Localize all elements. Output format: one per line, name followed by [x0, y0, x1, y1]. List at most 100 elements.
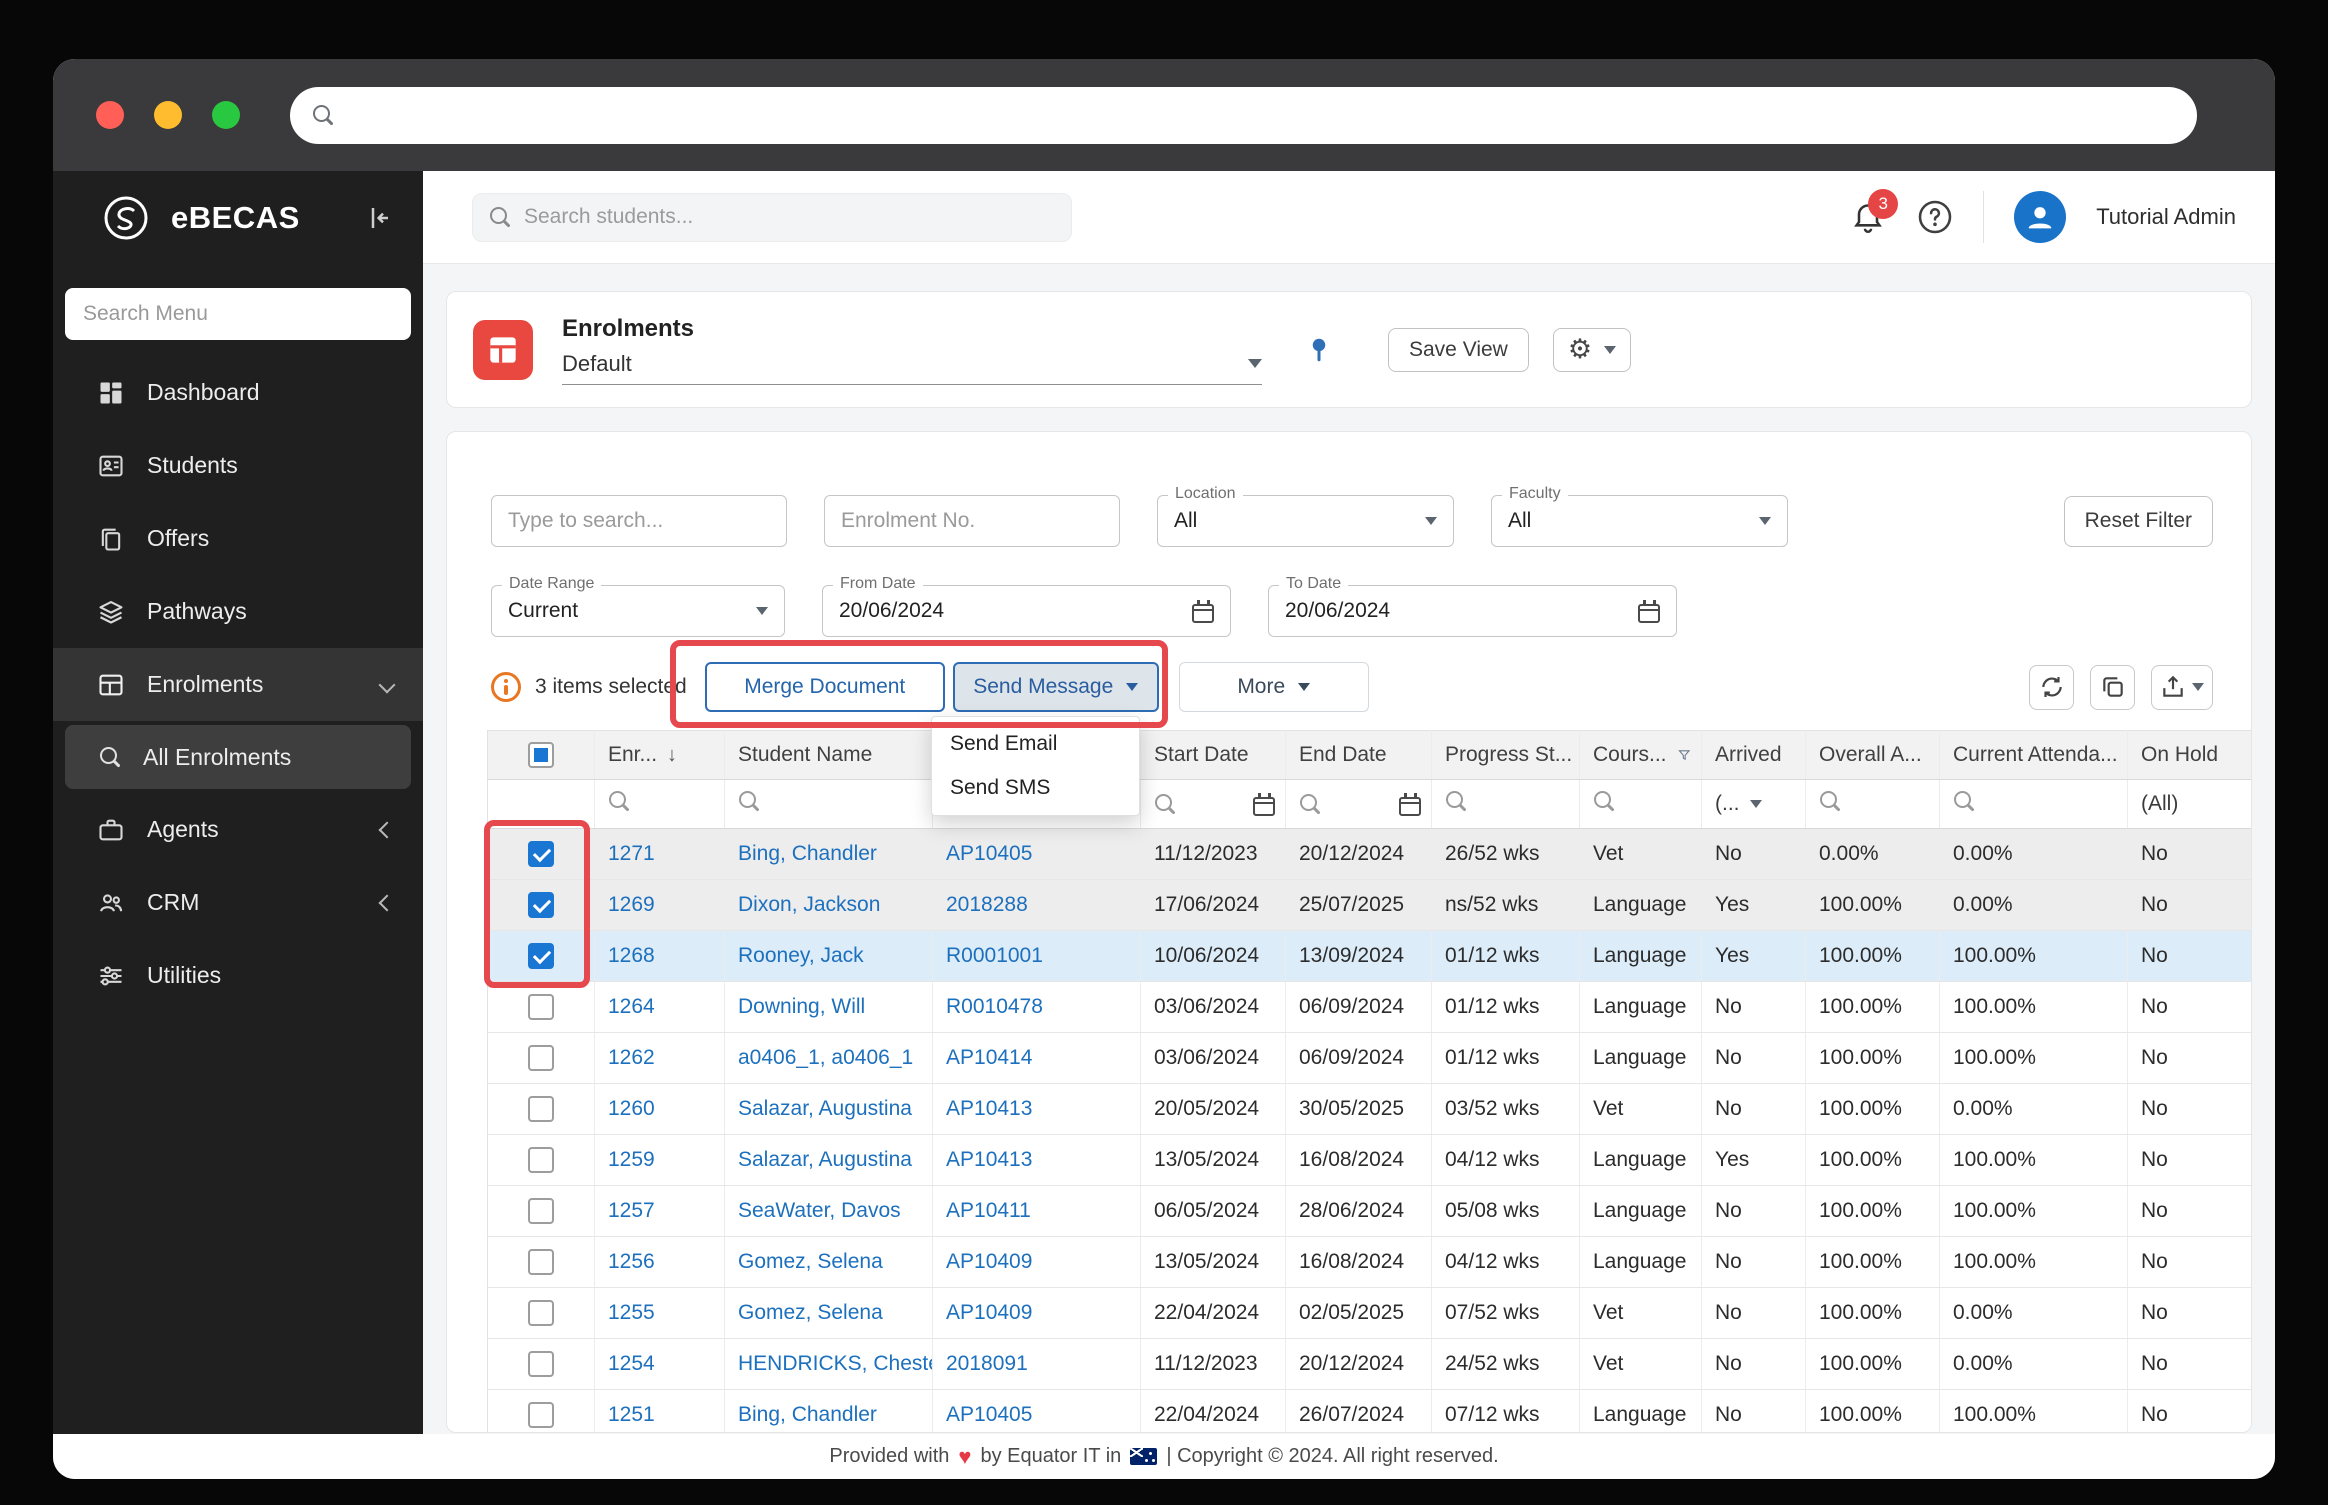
- offer-number-link[interactable]: 2018091: [946, 1352, 1028, 1375]
- student-name-link[interactable]: Gomez, Selena: [738, 1301, 883, 1324]
- student-name-link[interactable]: Salazar, Augustina: [738, 1148, 912, 1171]
- enrolment-link[interactable]: 1259: [608, 1148, 655, 1171]
- save-view-button[interactable]: Save View: [1388, 328, 1529, 372]
- offer-number-link[interactable]: R0010478: [946, 995, 1043, 1018]
- table-row[interactable]: 1257 SeaWater, Davos AP10411 06/05/2024 …: [488, 1186, 2253, 1237]
- enrolment-link[interactable]: 1268: [608, 944, 655, 967]
- send-message-button[interactable]: Send Message: [953, 662, 1159, 712]
- offer-number-link[interactable]: AP10409: [946, 1250, 1032, 1273]
- row-checkbox[interactable]: [528, 1198, 554, 1224]
- sidebar-item-crm[interactable]: CRM: [53, 866, 423, 939]
- enrolment-link[interactable]: 1255: [608, 1301, 655, 1324]
- offer-number-link[interactable]: AP10405: [946, 1403, 1032, 1426]
- filter-enrolment[interactable]: [595, 780, 725, 829]
- copy-button[interactable]: [2090, 665, 2135, 710]
- export-button[interactable]: [2151, 665, 2213, 710]
- filter-current-attendance[interactable]: [1940, 780, 2128, 829]
- table-row[interactable]: 1260 Salazar, Augustina AP10413 20/05/20…: [488, 1084, 2253, 1135]
- select-all-header[interactable]: [488, 731, 595, 780]
- col-header-arrived[interactable]: Arrived: [1702, 731, 1806, 780]
- offer-number-link[interactable]: AP10414: [946, 1046, 1032, 1069]
- col-header-overall[interactable]: Overall A...: [1806, 731, 1940, 780]
- offer-number-link[interactable]: R0001001: [946, 944, 1043, 967]
- table-row[interactable]: 1268 Rooney, Jack R0001001 10/06/2024 13…: [488, 931, 2253, 982]
- table-row[interactable]: 1256 Gomez, Selena AP10409 13/05/2024 16…: [488, 1237, 2253, 1288]
- reset-filter-button[interactable]: Reset Filter: [2064, 496, 2213, 547]
- user-name[interactable]: Tutorial Admin: [2096, 204, 2236, 230]
- collapse-sidebar-button[interactable]: [363, 203, 393, 233]
- close-window-button[interactable]: [96, 101, 124, 129]
- table-row[interactable]: 1255 Gomez, Selena AP10409 22/04/2024 02…: [488, 1288, 2253, 1339]
- enrolment-link[interactable]: 1251: [608, 1403, 655, 1426]
- enrolment-link[interactable]: 1269: [608, 893, 655, 916]
- to-date-input[interactable]: To Date 20/06/2024: [1268, 585, 1677, 637]
- col-header-student-name[interactable]: Student Name: [725, 731, 933, 780]
- col-header-enrolment[interactable]: Enr...↓: [595, 731, 725, 780]
- notifications-button[interactable]: 3: [1849, 198, 1887, 236]
- enrolment-link[interactable]: 1262: [608, 1046, 655, 1069]
- filter-on-hold[interactable]: (All): [2128, 780, 2253, 829]
- sidebar-item-agents[interactable]: Agents: [53, 793, 423, 866]
- table-row[interactable]: 1262 a0406_1, a0406_1 AP10414 03/06/2024…: [488, 1033, 2253, 1084]
- table-row[interactable]: 1254 HENDRICKS, Chester 2018091 11/12/20…: [488, 1339, 2253, 1390]
- filter-course[interactable]: [1580, 780, 1702, 829]
- menu-item-send-email[interactable]: Send Email: [932, 722, 1139, 766]
- offer-number-link[interactable]: AP10413: [946, 1148, 1032, 1171]
- row-checkbox[interactable]: [528, 1249, 554, 1275]
- quick-search-input[interactable]: [491, 495, 787, 547]
- enrolment-link[interactable]: 1271: [608, 842, 655, 865]
- student-name-link[interactable]: Rooney, Jack: [738, 944, 864, 967]
- enrolment-link[interactable]: 1254: [608, 1352, 655, 1375]
- select-all-checkbox[interactable]: [528, 742, 554, 768]
- enrolment-link[interactable]: 1256: [608, 1250, 655, 1273]
- enrolment-link[interactable]: 1260: [608, 1097, 655, 1120]
- row-checkbox[interactable]: [528, 994, 554, 1020]
- sidebar-item-all-enrolments[interactable]: All Enrolments: [65, 725, 411, 789]
- view-settings-button[interactable]: ⚙: [1553, 328, 1631, 372]
- offer-number-link[interactable]: AP10405: [946, 842, 1032, 865]
- table-row[interactable]: 1269 Dixon, Jackson 2018288 17/06/2024 2…: [488, 880, 2253, 931]
- row-checkbox[interactable]: [528, 943, 554, 969]
- date-range-select[interactable]: Date Range Current: [491, 585, 785, 637]
- avatar[interactable]: [2014, 191, 2066, 243]
- student-name-link[interactable]: a0406_1, a0406_1: [738, 1046, 913, 1069]
- row-checkbox[interactable]: [528, 1402, 554, 1428]
- student-name-link[interactable]: SeaWater, Davos: [738, 1199, 901, 1222]
- student-name-link[interactable]: Dixon, Jackson: [738, 893, 880, 916]
- zoom-window-button[interactable]: [212, 101, 240, 129]
- offer-number-link[interactable]: AP10411: [946, 1199, 1031, 1222]
- view-select[interactable]: Default: [562, 351, 1262, 385]
- student-name-link[interactable]: Bing, Chandler: [738, 1403, 877, 1426]
- sidebar-search-input[interactable]: [65, 288, 411, 340]
- student-name-link[interactable]: Downing, Will: [738, 995, 865, 1018]
- offer-number-link[interactable]: 2018288: [946, 893, 1028, 916]
- col-header-course[interactable]: Cours...: [1580, 731, 1702, 780]
- offer-number-link[interactable]: AP10413: [946, 1097, 1032, 1120]
- sidebar-item-utilities[interactable]: Utilities: [53, 939, 423, 1012]
- row-checkbox[interactable]: [528, 1045, 554, 1071]
- sidebar-item-students[interactable]: Students: [53, 429, 423, 502]
- enrolment-no-input[interactable]: [824, 495, 1120, 547]
- row-checkbox[interactable]: [528, 1096, 554, 1122]
- pin-view-button[interactable]: [1304, 335, 1334, 365]
- student-name-link[interactable]: Gomez, Selena: [738, 1250, 883, 1273]
- offer-number-link[interactable]: AP10409: [946, 1301, 1032, 1324]
- from-date-input[interactable]: From Date 20/06/2024: [822, 585, 1231, 637]
- sidebar-item-dashboard[interactable]: Dashboard: [53, 356, 423, 429]
- menu-item-send-sms[interactable]: Send SMS: [932, 766, 1139, 810]
- enrolment-link[interactable]: 1264: [608, 995, 655, 1018]
- row-checkbox[interactable]: [528, 1147, 554, 1173]
- row-checkbox[interactable]: [528, 892, 554, 918]
- enrolment-link[interactable]: 1257: [608, 1199, 655, 1222]
- col-header-end-date[interactable]: End Date: [1286, 731, 1432, 780]
- student-name-link[interactable]: HENDRICKS, Chester: [738, 1352, 933, 1375]
- row-checkbox[interactable]: [528, 1351, 554, 1377]
- student-name-link[interactable]: Salazar, Augustina: [738, 1097, 912, 1120]
- col-header-on-hold[interactable]: On Hold: [2128, 731, 2253, 780]
- filter-overall[interactable]: [1806, 780, 1940, 829]
- table-row[interactable]: 1259 Salazar, Augustina AP10413 13/05/20…: [488, 1135, 2253, 1186]
- col-header-start-date[interactable]: Start Date: [1141, 731, 1286, 780]
- col-header-current-attendance[interactable]: Current Attenda...: [1940, 731, 2128, 780]
- row-checkbox[interactable]: [528, 1300, 554, 1326]
- minimize-window-button[interactable]: [154, 101, 182, 129]
